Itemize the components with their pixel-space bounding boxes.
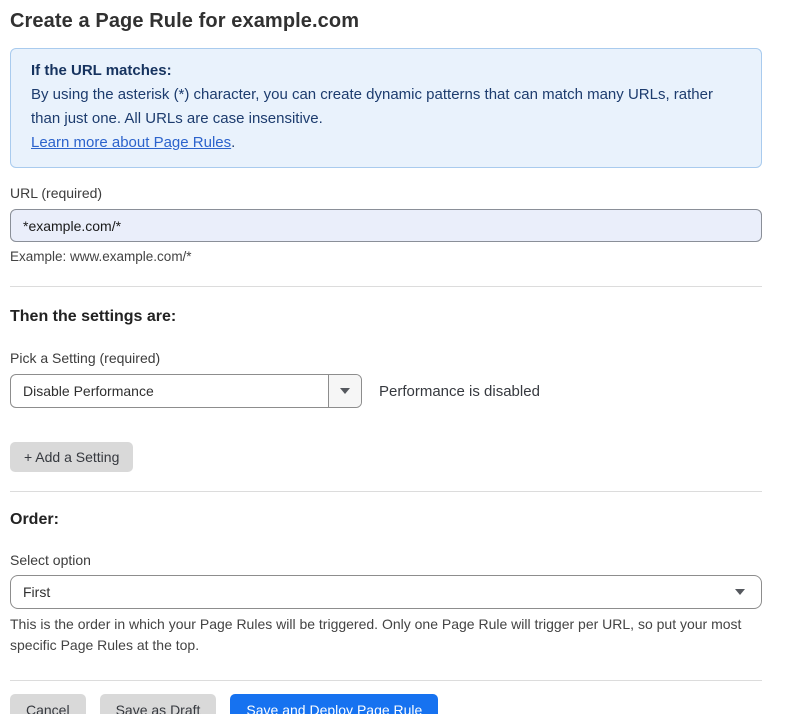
url-match-info-box: If the URL matches: By using the asteris… (10, 48, 762, 168)
cancel-button[interactable]: Cancel (10, 694, 86, 714)
setting-status-text: Performance is disabled (379, 383, 540, 400)
page-title: Create a Page Rule for example.com (10, 10, 762, 33)
info-box-heading: If the URL matches: (31, 59, 741, 83)
divider (10, 491, 762, 492)
create-page-rule-panel: Create a Page Rule for example.com If th… (10, 0, 762, 714)
pick-setting-label: Pick a Setting (required) (10, 350, 762, 366)
divider (10, 286, 762, 287)
caret-down-icon (735, 589, 745, 595)
divider (10, 680, 762, 681)
save-and-deploy-button[interactable]: Save and Deploy Page Rule (230, 694, 438, 714)
setting-select[interactable]: Disable Performance (10, 374, 362, 408)
setting-select-arrow-button[interactable] (328, 375, 361, 407)
order-select[interactable]: First (10, 575, 762, 609)
add-setting-button[interactable]: + Add a Setting (10, 442, 133, 472)
order-section-heading: Order: (10, 511, 762, 529)
url-field-label: URL (required) (10, 185, 762, 201)
setting-select-value: Disable Performance (11, 375, 328, 407)
settings-section-heading: Then the settings are: (10, 308, 762, 326)
learn-more-link[interactable]: Learn more about Page Rules (31, 134, 231, 151)
info-box-body: By using the asterisk (*) character, you… (31, 83, 741, 131)
url-input[interactable] (10, 209, 762, 242)
url-example-helper: Example: www.example.com/* (10, 249, 762, 264)
footer-actions: Cancel Save as Draft Save and Deploy Pag… (10, 694, 762, 714)
info-box-link-line: Learn more about Page Rules. (31, 131, 741, 155)
order-select-value: First (23, 584, 50, 600)
caret-down-icon (340, 388, 350, 394)
setting-picker-row: Disable Performance Performance is disab… (10, 374, 762, 408)
order-select-label: Select option (10, 552, 762, 568)
save-as-draft-button[interactable]: Save as Draft (100, 694, 217, 714)
link-period: . (231, 134, 235, 151)
order-helper-text: This is the order in which your Page Rul… (10, 614, 758, 656)
